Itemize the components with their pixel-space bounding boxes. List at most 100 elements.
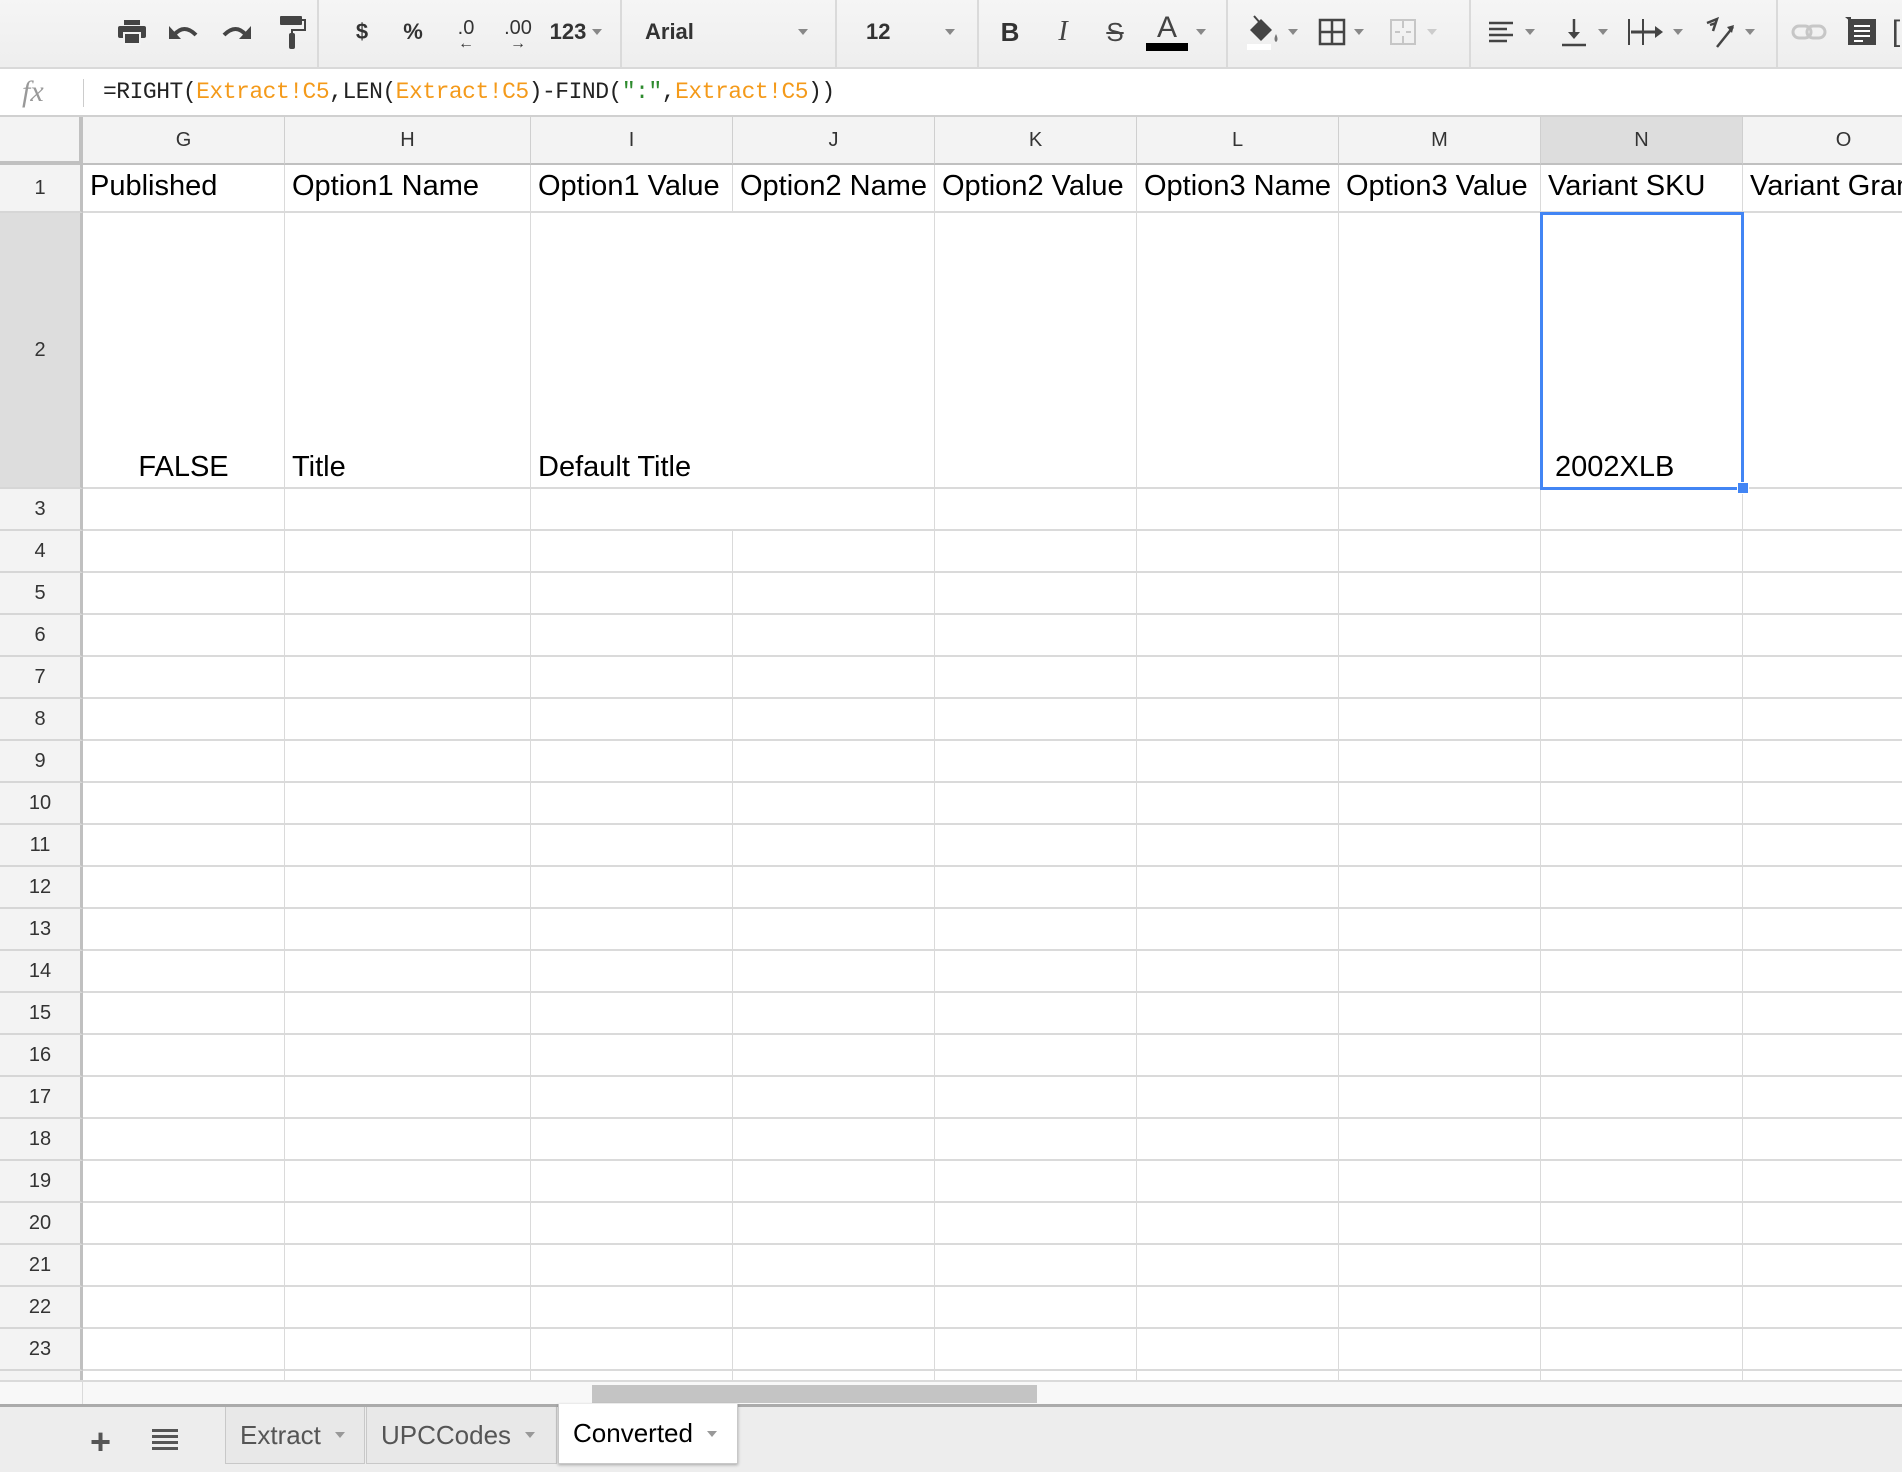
cell-g1[interactable]: Published bbox=[83, 165, 285, 213]
cell-o2[interactable] bbox=[1743, 213, 1902, 489]
sheet-tab-extract[interactable]: Extract bbox=[225, 1407, 365, 1464]
cell-j1[interactable]: Option2 Name bbox=[733, 165, 935, 213]
horizontal-align-button[interactable] bbox=[1482, 12, 1540, 52]
cell-l5[interactable] bbox=[1137, 573, 1339, 615]
cell-h14[interactable] bbox=[285, 951, 531, 993]
cell-i3[interactable] bbox=[531, 489, 733, 531]
cell-m13[interactable] bbox=[1339, 909, 1541, 951]
row-header[interactable]: 14 bbox=[0, 951, 83, 993]
cell-l22[interactable] bbox=[1137, 1287, 1339, 1329]
cell-n21[interactable] bbox=[1541, 1245, 1743, 1287]
cell-l10[interactable] bbox=[1137, 783, 1339, 825]
cell-l3[interactable] bbox=[1137, 489, 1339, 531]
cell-h23[interactable] bbox=[285, 1329, 531, 1371]
cell-k15[interactable] bbox=[935, 993, 1137, 1035]
row-header[interactable]: 18 bbox=[0, 1119, 83, 1161]
cell-m22[interactable] bbox=[1339, 1287, 1541, 1329]
cell-m10[interactable] bbox=[1339, 783, 1541, 825]
cell-i19[interactable] bbox=[531, 1161, 733, 1203]
cell-n1[interactable]: Variant SKU bbox=[1541, 165, 1743, 213]
cell-o6[interactable] bbox=[1743, 615, 1902, 657]
cell-g18[interactable] bbox=[83, 1119, 285, 1161]
cell-h3[interactable] bbox=[285, 489, 531, 531]
cell-k18[interactable] bbox=[935, 1119, 1137, 1161]
all-sheets-button[interactable] bbox=[152, 1429, 178, 1453]
cell-o14[interactable] bbox=[1743, 951, 1902, 993]
cell-l9[interactable] bbox=[1137, 741, 1339, 783]
horizontal-scrollbar[interactable] bbox=[83, 1380, 1902, 1404]
cell-l8[interactable] bbox=[1137, 699, 1339, 741]
cell-l19[interactable] bbox=[1137, 1161, 1339, 1203]
cell-g12[interactable] bbox=[83, 867, 285, 909]
cell-h21[interactable] bbox=[285, 1245, 531, 1287]
cell-n15[interactable] bbox=[1541, 993, 1743, 1035]
cell-g23[interactable] bbox=[83, 1329, 285, 1371]
text-rotation-button[interactable] bbox=[1700, 12, 1758, 52]
cell-o22[interactable] bbox=[1743, 1287, 1902, 1329]
cell-o18[interactable] bbox=[1743, 1119, 1902, 1161]
cell-h19[interactable] bbox=[285, 1161, 531, 1203]
cell-n10[interactable] bbox=[1541, 783, 1743, 825]
row-header[interactable]: 1 bbox=[0, 165, 83, 213]
borders-button[interactable] bbox=[1312, 12, 1370, 52]
cell-g7[interactable] bbox=[83, 657, 285, 699]
row-header[interactable]: 17 bbox=[0, 1077, 83, 1119]
cell-k11[interactable] bbox=[935, 825, 1137, 867]
cell-j14[interactable] bbox=[733, 951, 935, 993]
cell-n6[interactable] bbox=[1541, 615, 1743, 657]
undo-button[interactable] bbox=[166, 12, 202, 52]
cell-g13[interactable] bbox=[83, 909, 285, 951]
cell-k23[interactable] bbox=[935, 1329, 1137, 1371]
column-header-k[interactable]: K bbox=[935, 117, 1137, 165]
select-all-corner[interactable] bbox=[0, 117, 83, 165]
chevron-down-icon[interactable] bbox=[706, 1430, 717, 1437]
cell-h5[interactable] bbox=[285, 573, 531, 615]
cell-h15[interactable] bbox=[285, 993, 531, 1035]
cell-h8[interactable] bbox=[285, 699, 531, 741]
cell-j2[interactable] bbox=[733, 213, 935, 489]
font-size-select[interactable]: 12 bbox=[855, 12, 965, 52]
cell-m18[interactable] bbox=[1339, 1119, 1541, 1161]
row-header[interactable]: 3 bbox=[0, 489, 83, 531]
cell-n17[interactable] bbox=[1541, 1077, 1743, 1119]
cell-o23[interactable] bbox=[1743, 1329, 1902, 1371]
cell-l16[interactable] bbox=[1137, 1035, 1339, 1077]
cell-h12[interactable] bbox=[285, 867, 531, 909]
cell-g21[interactable] bbox=[83, 1245, 285, 1287]
percent-format-button[interactable]: % bbox=[400, 12, 426, 52]
cell-n2[interactable]: 2002XLB bbox=[1541, 213, 1743, 489]
cell-h1[interactable]: Option1 Name bbox=[285, 165, 531, 213]
row-header[interactable]: 16 bbox=[0, 1035, 83, 1077]
horizontal-scrollbar-thumb[interactable] bbox=[592, 1385, 1037, 1403]
row-header[interactable]: 2 bbox=[0, 213, 83, 489]
cell-n16[interactable] bbox=[1541, 1035, 1743, 1077]
column-header-j[interactable]: J bbox=[733, 117, 935, 165]
cell-m12[interactable] bbox=[1339, 867, 1541, 909]
cell-k3[interactable] bbox=[935, 489, 1137, 531]
increase-decimal-button[interactable]: .00 → bbox=[496, 12, 540, 52]
cell-l12[interactable] bbox=[1137, 867, 1339, 909]
row-header[interactable]: 9 bbox=[0, 741, 83, 783]
cell-g11[interactable] bbox=[83, 825, 285, 867]
cell-i5[interactable] bbox=[531, 573, 733, 615]
cell-k8[interactable] bbox=[935, 699, 1137, 741]
cell-n4[interactable] bbox=[1541, 531, 1743, 573]
text-wrap-button[interactable] bbox=[1626, 12, 1684, 52]
cell-i21[interactable] bbox=[531, 1245, 733, 1287]
cell-h17[interactable] bbox=[285, 1077, 531, 1119]
cell-l17[interactable] bbox=[1137, 1077, 1339, 1119]
cell-j7[interactable] bbox=[733, 657, 935, 699]
cell-o1[interactable]: Variant Grams bbox=[1743, 165, 1902, 213]
cell-m1[interactable]: Option3 Value bbox=[1339, 165, 1541, 213]
column-header-h[interactable]: H bbox=[285, 117, 531, 165]
cell-m4[interactable] bbox=[1339, 531, 1541, 573]
sheet-tab-upccodes[interactable]: UPCCodes bbox=[366, 1407, 557, 1464]
cell-g14[interactable] bbox=[83, 951, 285, 993]
cell-j12[interactable] bbox=[733, 867, 935, 909]
cell-n11[interactable] bbox=[1541, 825, 1743, 867]
cell-o3[interactable] bbox=[1743, 489, 1902, 531]
row-header[interactable]: 20 bbox=[0, 1203, 83, 1245]
font-family-select[interactable]: Arial bbox=[640, 12, 820, 52]
cell-g22[interactable] bbox=[83, 1287, 285, 1329]
cell-l14[interactable] bbox=[1137, 951, 1339, 993]
